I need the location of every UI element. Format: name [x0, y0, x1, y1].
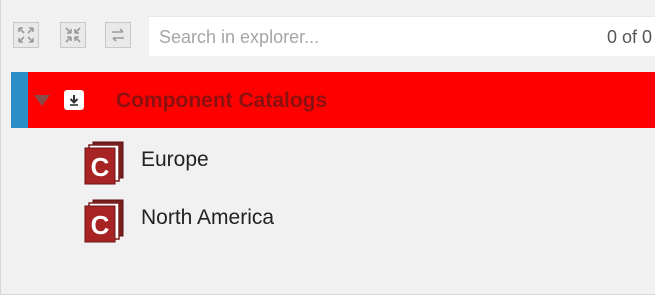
tree-node-label: Europe — [141, 148, 209, 171]
search-input[interactable] — [159, 25, 559, 49]
explorer-panel: 0 of 0 Component Catalogs C Europe — [0, 0, 655, 295]
expand-all-button[interactable] — [13, 22, 39, 48]
tree-node-label: Component Catalogs — [116, 89, 328, 112]
svg-text:C: C — [91, 152, 110, 182]
tree-node-component-catalogs[interactable]: Component Catalogs — [11, 72, 655, 128]
component-catalog-icon: C — [84, 199, 124, 243]
tree-node-europe[interactable]: C Europe — [81, 140, 641, 186]
search-box: 0 of 0 — [149, 16, 655, 56]
svg-text:C: C — [91, 210, 110, 240]
search-result-count: 0 of 0 — [606, 27, 652, 47]
download-icon — [64, 90, 84, 110]
tree-node-north-america[interactable]: C North America — [81, 198, 641, 244]
sync-icon — [112, 28, 124, 42]
expand-toggle-icon[interactable] — [34, 95, 50, 106]
explorer-toolbar: 0 of 0 — [1, 0, 655, 68]
sync-button[interactable] — [105, 22, 131, 48]
expand-arrows-icon — [18, 27, 34, 43]
collapse-arrows-icon — [65, 27, 81, 43]
tree-node-label: North America — [141, 206, 275, 229]
component-catalog-icon: C — [84, 141, 124, 185]
collapse-all-button[interactable] — [60, 22, 86, 48]
